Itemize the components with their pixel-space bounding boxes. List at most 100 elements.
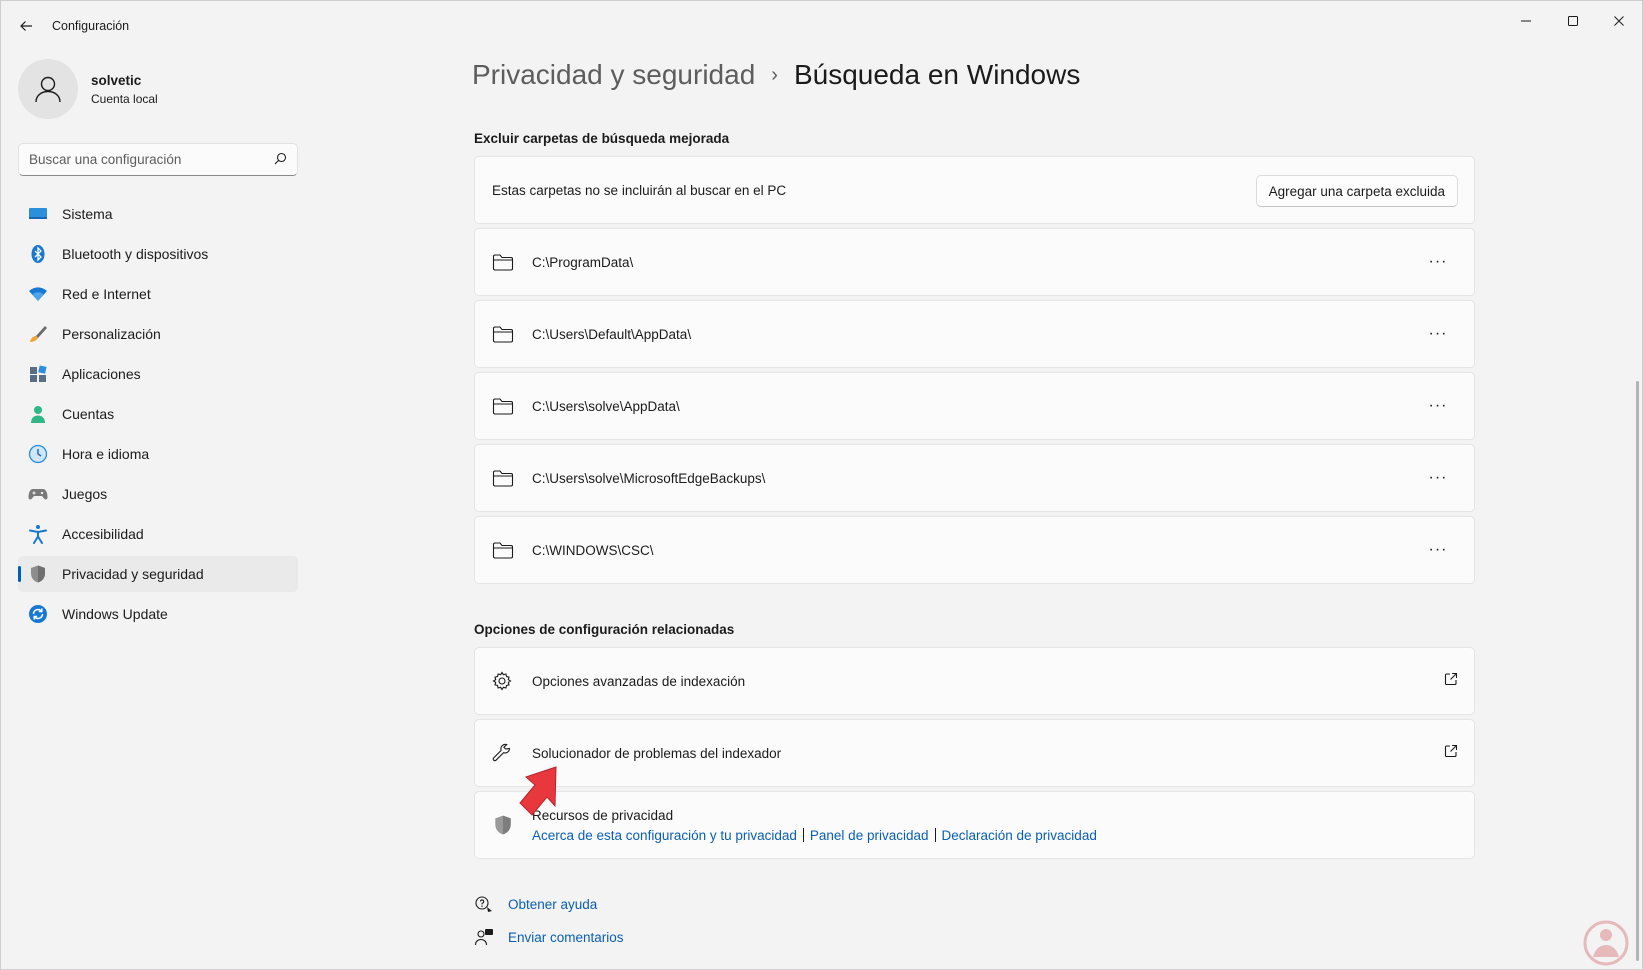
sidebar-item-label: Privacidad y seguridad — [62, 566, 204, 582]
privacy-statement-link[interactable]: Declaración de privacidad — [942, 828, 1097, 843]
link-divider — [802, 828, 804, 842]
indexer-troubleshooter-link[interactable]: Solucionador de problemas del indexador — [474, 719, 1475, 787]
send-feedback-row[interactable]: Enviar comentarios — [474, 927, 624, 947]
system-icon — [28, 204, 48, 224]
bluetooth-icon — [28, 244, 48, 264]
shield-icon — [492, 814, 514, 836]
settings-search[interactable] — [18, 143, 298, 176]
app-title: Configuración — [52, 19, 130, 33]
excluded-folder-row: C:\Users\Default\AppData\ ··· — [474, 300, 1475, 368]
folder-icon — [492, 395, 514, 417]
sidebar-item-hora[interactable]: Hora e idioma — [18, 436, 298, 472]
close-button[interactable] — [1599, 9, 1639, 33]
sidebar-item-juegos[interactable]: Juegos — [18, 476, 298, 512]
external-link-icon — [1444, 672, 1458, 686]
update-icon — [28, 604, 48, 624]
apps-icon — [28, 364, 48, 384]
send-feedback-link[interactable]: Enviar comentarios — [508, 930, 624, 945]
external-link-icon — [1444, 744, 1458, 758]
minimize-button[interactable] — [1506, 9, 1546, 33]
advanced-indexing-options-link[interactable]: Opciones avanzadas de indexación — [474, 647, 1475, 715]
sidebar-item-windows-update[interactable]: Windows Update — [18, 596, 298, 632]
search-icon[interactable] — [274, 152, 287, 165]
sidebar-item-privacidad[interactable]: Privacidad y seguridad — [18, 556, 298, 592]
sidebar-item-label: Accesibilidad — [62, 526, 144, 542]
feedback-icon — [474, 927, 494, 947]
privacy-resources-title: Recursos de privacidad — [532, 807, 674, 823]
account-icon — [28, 404, 48, 424]
sidebar-item-sistema[interactable]: Sistema — [18, 196, 298, 232]
back-button[interactable] — [15, 15, 37, 37]
folder-path: C:\Users\solve\AppData\ — [532, 398, 680, 414]
more-options-button[interactable]: ··· — [1424, 541, 1452, 559]
exclude-description-card: Estas carpetas no se incluirán al buscar… — [474, 156, 1475, 224]
help-icon — [474, 894, 494, 914]
maximize-button[interactable] — [1553, 9, 1593, 33]
privacy-dashboard-link[interactable]: Panel de privacidad — [810, 828, 929, 843]
back-arrow-icon — [20, 21, 32, 31]
excluded-folder-row: C:\Users\solve\MicrosoftEdgeBackups\ ··· — [474, 444, 1475, 512]
wifi-icon — [28, 284, 48, 304]
more-options-button[interactable]: ··· — [1424, 469, 1452, 487]
sidebar-item-label: Aplicaciones — [62, 366, 141, 382]
sidebar-nav: Sistema Bluetooth y dispositivos Red e I… — [18, 196, 298, 636]
wrench-icon — [492, 742, 514, 764]
gamepad-icon — [28, 484, 48, 504]
sidebar-item-cuentas[interactable]: Cuentas — [18, 396, 298, 432]
brush-icon — [28, 324, 48, 344]
add-excluded-folder-button[interactable]: Agregar una carpeta excluida — [1255, 175, 1458, 207]
profile-name: solvetic — [91, 72, 142, 88]
sidebar-item-personalizacion[interactable]: Personalización — [18, 316, 298, 352]
excluded-folder-row: C:\WINDOWS\CSC\ ··· — [474, 516, 1475, 584]
more-options-button[interactable]: ··· — [1424, 325, 1452, 343]
sidebar-item-label: Sistema — [62, 206, 113, 222]
sidebar-item-label: Personalización — [62, 326, 161, 342]
user-profile[interactable]: solvetic Cuenta local — [18, 59, 158, 119]
sidebar-item-label: Windows Update — [62, 606, 168, 622]
exclude-description: Estas carpetas no se incluirán al buscar… — [492, 182, 787, 198]
search-input[interactable] — [19, 144, 259, 175]
sidebar-item-bluetooth[interactable]: Bluetooth y dispositivos — [18, 236, 298, 272]
sidebar-item-label: Bluetooth y dispositivos — [62, 246, 209, 262]
user-icon — [35, 76, 61, 103]
breadcrumb-separator-icon: › — [771, 63, 778, 86]
avatar — [18, 59, 78, 119]
clock-globe-icon — [28, 444, 48, 464]
link-divider — [934, 828, 936, 842]
more-options-button[interactable]: ··· — [1424, 253, 1452, 271]
privacy-about-link[interactable]: Acerca de esta configuración y tu privac… — [532, 828, 797, 843]
gear-icon — [492, 670, 514, 692]
more-options-button[interactable]: ··· — [1424, 397, 1452, 415]
folder-icon — [492, 251, 514, 273]
scrollbar[interactable] — [1636, 381, 1639, 961]
title-bar: Configuración — [1, 1, 1642, 51]
section-title-exclude: Excluir carpetas de búsqueda mejorada — [474, 131, 730, 146]
minimize-icon — [1521, 20, 1531, 22]
folder-icon — [492, 323, 514, 345]
shield-icon — [28, 564, 48, 584]
folder-icon — [492, 467, 514, 489]
sidebar-item-label: Red e Internet — [62, 286, 151, 302]
sidebar-item-aplicaciones[interactable]: Aplicaciones — [18, 356, 298, 392]
section-title-related: Opciones de configuración relacionadas — [474, 622, 735, 637]
close-icon — [1614, 16, 1624, 26]
sidebar-item-label: Cuentas — [62, 406, 115, 422]
folder-path: C:\Users\solve\MicrosoftEdgeBackups\ — [532, 470, 766, 486]
get-help-link[interactable]: Obtener ayuda — [508, 897, 597, 912]
advanced-indexing-label: Opciones avanzadas de indexación — [532, 673, 746, 689]
excluded-folder-row: C:\ProgramData\ ··· — [474, 228, 1475, 296]
sidebar-item-label: Hora e idioma — [62, 446, 150, 462]
folder-path: C:\ProgramData\ — [532, 254, 634, 270]
breadcrumb: Privacidad y seguridad › Búsqueda en Win… — [472, 59, 1080, 91]
privacy-resources-card: Recursos de privacidad Acerca de esta co… — [474, 791, 1475, 859]
privacy-links: Acerca de esta configuración y tu privac… — [532, 828, 1097, 843]
watermark-logo-icon — [1583, 920, 1629, 966]
sidebar-item-accesibilidad[interactable]: Accesibilidad — [18, 516, 298, 552]
breadcrumb-parent[interactable]: Privacidad y seguridad — [472, 59, 755, 91]
folder-path: C:\WINDOWS\CSC\ — [532, 542, 654, 558]
sidebar-item-red[interactable]: Red e Internet — [18, 276, 298, 312]
get-help-row[interactable]: Obtener ayuda — [474, 894, 597, 914]
annotation-arrow-icon — [519, 766, 557, 816]
folder-path: C:\Users\Default\AppData\ — [532, 326, 692, 342]
troubleshooter-label: Solucionador de problemas del indexador — [532, 745, 782, 761]
